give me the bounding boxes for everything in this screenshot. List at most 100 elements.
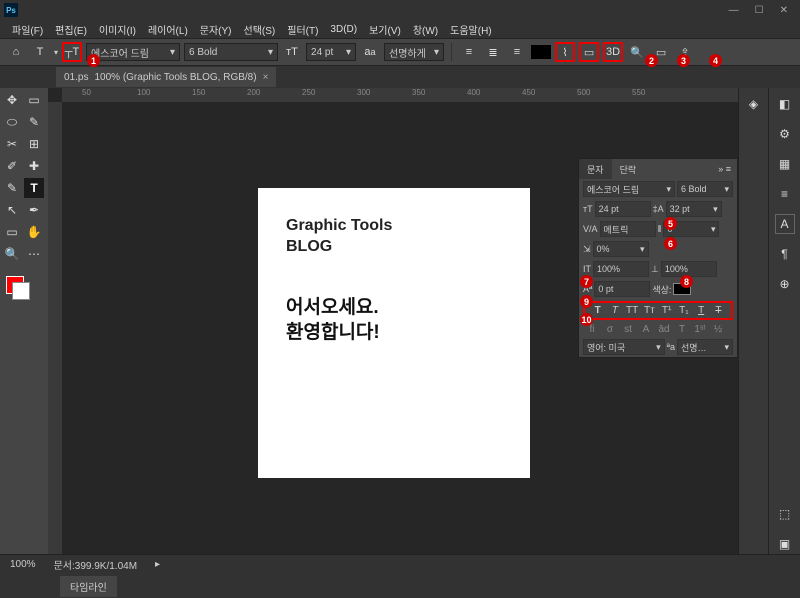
zoom-tool[interactable]: 🔍 [2,244,22,264]
st-liga[interactable]: st [621,324,635,335]
subscript-button[interactable]: T₁ [677,305,690,316]
brush-tool[interactable]: ✎ [2,178,22,198]
font-family-dropdown[interactable]: 에스코어 드림▾ [86,43,180,61]
3d-button[interactable]: 3D [603,42,623,62]
panel-leading[interactable]: 32 pt▾ [666,201,722,217]
warp-text-button[interactable]: ⌇ [555,42,575,62]
font-size-icon: тT [282,42,302,62]
character-tab[interactable]: 문자 [579,159,612,179]
glyphs-icon[interactable]: ⊕ [775,274,795,294]
superscript-button[interactable]: T¹ [660,305,673,316]
background-color[interactable] [12,282,30,300]
add-icon[interactable]: ▣ [775,534,795,554]
menu-item[interactable]: 도움말(H) [450,22,491,37]
panel-language[interactable]: 영어: 미국▾ [583,339,665,355]
menu-item[interactable]: 필터(T) [287,22,318,37]
text-color-swatch[interactable] [531,45,551,59]
panel-font-weight[interactable]: 6 Bold▾ [677,181,733,197]
menu-item[interactable]: 파일(F) [12,22,43,37]
healing-tool[interactable]: ✚ [24,156,44,176]
paragraph-icon[interactable]: ¶ [775,244,795,264]
close-button[interactable]: ✕ [780,5,788,16]
document-tab[interactable]: 01.ps 100% (Graphic Tools BLOG, RGB/8) × [56,67,276,87]
canvas[interactable]: Graphic Tools BLOG 어서오세요. 환영합니다! [258,188,530,478]
eyedropper-tool[interactable]: ✐ [2,156,22,176]
allcaps-button[interactable]: TT [626,305,639,316]
panel-baseline[interactable]: 0 pt [594,281,650,297]
panel-font-size[interactable]: 24 pt [595,201,651,217]
text-style-row: T T TT Tᴛ T¹ T₁ T T [583,301,733,320]
pen-tool[interactable]: ✒ [24,200,44,220]
character-icon[interactable]: A [775,214,795,234]
ord-liga[interactable]: 1ˢᵗ [693,324,707,335]
app-logo: Ps [4,3,18,17]
zoom-level[interactable]: 100% [10,559,36,570]
paragraph-tab[interactable]: 단락 [612,159,645,179]
panel-vscale[interactable]: 100% [593,261,649,277]
antialias-dropdown[interactable]: 선명하게▾ [384,43,444,61]
panel-scale[interactable]: 0%▾ [593,241,649,257]
menu-item[interactable]: 이미지(I) [99,22,136,37]
text-tool-icon: T [30,42,50,62]
move-tool[interactable]: ✥ [2,90,22,110]
ruler-vertical [48,102,62,554]
lasso-tool[interactable]: ⬭ [2,112,22,132]
maximize-button[interactable]: ☐ [755,5,764,16]
panel-kerning[interactable]: 메트릭 [600,221,656,237]
character-panel: 문자 단락 » ≡ 에스코어 드림▾ 6 Bold▾ тT 24 pt ‡A 3… [578,158,738,358]
type-tool[interactable]: T [24,178,44,198]
frame-tool[interactable]: ⊞ [24,134,44,154]
leading-icon: ‡A [653,204,664,214]
menu-item[interactable]: 레이어(L) [148,22,188,37]
chevron-down-icon[interactable]: ▾ [54,48,58,57]
libraries-icon[interactable]: ≡ [775,184,795,204]
menu-item[interactable]: 보기(V) [369,22,401,37]
minimize-button[interactable]: — [729,5,739,16]
ad-liga[interactable]: ād [657,324,671,335]
panel-font-family[interactable]: 에스코어 드림▾ [583,181,675,197]
home-icon[interactable]: ⌂ [6,42,26,62]
menu-item[interactable]: 선택(S) [244,22,276,37]
more-tools[interactable]: ⋯ [24,244,44,264]
history-icon[interactable]: ◧ [775,94,795,114]
menu-item[interactable]: 창(W) [413,22,438,37]
aa-icon: aa [360,42,380,62]
text-orientation-button[interactable]: ┬T [62,42,82,62]
hand-tool[interactable]: ✋ [24,222,44,242]
menu-item[interactable]: 편집(E) [55,22,87,37]
scale-icon: ⇲ [583,244,591,255]
collapse-icon[interactable]: » ≡ [712,164,737,174]
quick-select-tool[interactable]: ✎ [24,112,44,132]
panel-aa[interactable]: 선명…▾ [677,339,733,355]
underline-button[interactable]: T [695,305,708,316]
bold-button[interactable]: T [591,305,604,316]
search-icon[interactable]: 🔍 [627,42,647,62]
doc-info-more[interactable]: ▸ [155,559,160,570]
o-liga[interactable]: σ [603,324,617,335]
timeline-tab[interactable]: 타임라인 [60,576,117,597]
strike-button[interactable]: T [712,305,725,316]
font-weight-dropdown[interactable]: 6 Bold▾ [184,43,278,61]
layers-icon[interactable]: ◈ [744,94,764,114]
menu-item[interactable]: 3D(D) [330,24,357,35]
crop-tool[interactable]: ✂ [2,134,22,154]
align-left-icon[interactable]: ≡ [459,42,479,62]
align-center-icon[interactable]: ≣ [483,42,503,62]
adjustments-icon[interactable]: ⚙ [775,124,795,144]
ruler-horizontal: 50100150200250300350400450500550 [62,88,738,102]
font-size-dropdown[interactable]: 24 pt▾ [306,43,356,61]
swatches-icon[interactable]: ▦ [775,154,795,174]
artboard-tool[interactable]: ▭ [24,90,44,110]
frac-liga[interactable]: ½ [711,324,725,335]
menu-item[interactable]: 문자(Y) [200,22,232,37]
close-tab-icon[interactable]: × [263,72,269,83]
panels-button[interactable]: ▭ [579,42,599,62]
align-right-icon[interactable]: ≡ [507,42,527,62]
smallcaps-button[interactable]: Tᴛ [643,305,656,316]
rectangle-tool[interactable]: ▭ [2,222,22,242]
cube-icon[interactable]: ⬚ [775,504,795,524]
t-liga[interactable]: T [675,324,689,335]
a-liga[interactable]: A [639,324,653,335]
path-tool[interactable]: ↖ [2,200,22,220]
italic-button[interactable]: T [608,305,621,316]
